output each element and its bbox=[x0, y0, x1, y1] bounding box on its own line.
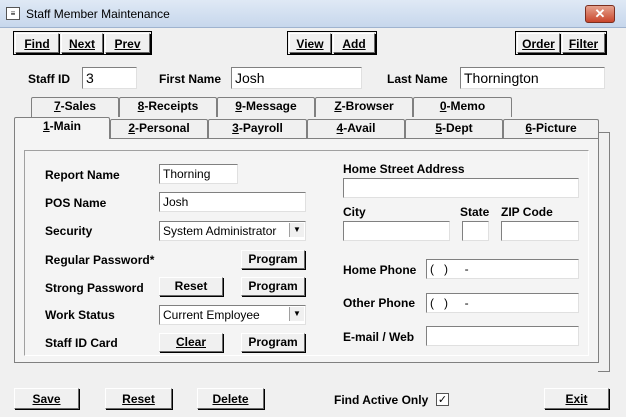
find-active-only-label: Find Active Only bbox=[334, 393, 429, 407]
state-field[interactable] bbox=[462, 221, 489, 241]
other-phone-label: Other Phone bbox=[343, 296, 416, 310]
chevron-down-icon[interactable]: ▼ bbox=[289, 307, 304, 321]
add-button[interactable]: Add bbox=[333, 33, 375, 53]
report-name-label: Report Name bbox=[45, 168, 120, 182]
home-street-field[interactable] bbox=[343, 178, 579, 198]
window-title: Staff Member Maintenance bbox=[26, 7, 170, 21]
back-tab-panel-edge bbox=[598, 132, 610, 372]
reset-button[interactable]: Reset bbox=[105, 388, 172, 409]
home-phone-field[interactable]: ( ) - bbox=[426, 259, 579, 279]
work-status-value: Current Employee bbox=[163, 308, 260, 322]
staff-id-field[interactable]: 3 bbox=[82, 67, 137, 89]
view-button[interactable]: View bbox=[289, 33, 331, 53]
delete-button[interactable]: Delete bbox=[197, 388, 264, 409]
city-label: City bbox=[343, 205, 366, 219]
city-field[interactable] bbox=[343, 221, 450, 241]
tab-dept[interactable]: 5-Dept bbox=[405, 119, 503, 138]
staff-id-label: Staff ID bbox=[28, 72, 70, 86]
next-button[interactable]: Next bbox=[61, 33, 103, 53]
security-select[interactable]: System Administrator ▼ bbox=[159, 221, 306, 241]
report-name-field[interactable]: Thorning bbox=[159, 164, 238, 184]
strong-password-label: Strong Password bbox=[45, 281, 144, 295]
close-button[interactable]: ✕ bbox=[585, 5, 615, 23]
navigation-button-group: Find Next Prev bbox=[13, 31, 152, 55]
zip-field[interactable] bbox=[501, 221, 579, 241]
view-add-button-group: View Add bbox=[287, 31, 377, 55]
tab-receipts[interactable]: 8-Receipts bbox=[119, 97, 217, 117]
last-name-field[interactable]: Thornington bbox=[460, 67, 605, 89]
work-status-label: Work Status bbox=[45, 308, 115, 322]
pos-name-field[interactable]: Josh bbox=[159, 192, 306, 212]
tab-memo[interactable]: 0-Memo bbox=[413, 97, 512, 117]
tab-payroll[interactable]: 3-Payroll bbox=[208, 119, 307, 138]
last-name-label: Last Name bbox=[387, 72, 448, 86]
find-active-only-checkbox[interactable]: ✓ bbox=[436, 393, 449, 406]
order-button[interactable]: Order bbox=[517, 33, 560, 53]
pos-name-label: POS Name bbox=[45, 196, 107, 210]
order-filter-button-group: Order Filter bbox=[515, 31, 607, 55]
email-field[interactable] bbox=[426, 326, 579, 346]
find-button[interactable]: Find bbox=[15, 33, 59, 53]
email-label: E-mail / Web bbox=[343, 330, 415, 344]
tab-avail[interactable]: 4-Avail bbox=[307, 119, 405, 138]
chevron-down-icon[interactable]: ▼ bbox=[289, 223, 304, 237]
home-phone-label: Home Phone bbox=[343, 263, 417, 277]
tab-message[interactable]: 9-Message bbox=[217, 97, 315, 117]
window-icon[interactable]: ≡ bbox=[6, 7, 20, 20]
home-street-label: Home Street Address bbox=[343, 162, 465, 176]
security-value: System Administrator bbox=[163, 224, 277, 238]
staff-id-card-label: Staff ID Card bbox=[45, 336, 118, 350]
staff-id-card-program-button[interactable]: Program bbox=[241, 333, 305, 352]
staff-id-card-clear-button[interactable]: Clear bbox=[159, 333, 223, 352]
state-label: State bbox=[460, 205, 490, 219]
security-label: Security bbox=[45, 224, 93, 238]
filter-button[interactable]: Filter bbox=[562, 33, 605, 53]
zip-label: ZIP Code bbox=[501, 205, 553, 219]
first-name-field[interactable]: Josh bbox=[231, 67, 362, 89]
first-name-label: First Name bbox=[159, 72, 222, 86]
exit-button[interactable]: Exit bbox=[544, 388, 609, 409]
work-status-select[interactable]: Current Employee ▼ bbox=[159, 305, 306, 325]
regular-password-program-button[interactable]: Program bbox=[241, 250, 305, 269]
regular-password-label: Regular Password* bbox=[45, 253, 155, 267]
checkmark-icon: ✓ bbox=[437, 394, 448, 406]
save-button[interactable]: Save bbox=[14, 388, 79, 409]
tab-browser[interactable]: Z-Browser bbox=[315, 97, 413, 117]
tab-sales[interactable]: 7-Sales bbox=[31, 97, 119, 117]
tab-picture[interactable]: 6-Picture bbox=[503, 119, 599, 138]
tab-main[interactable]: 1-Main bbox=[14, 117, 110, 139]
other-phone-field[interactable]: ( ) - bbox=[426, 293, 579, 313]
strong-password-program-button[interactable]: Program bbox=[241, 277, 305, 296]
main-tab-panel: Report Name Thorning POS Name Josh Secur… bbox=[14, 138, 599, 363]
prev-button[interactable]: Prev bbox=[105, 33, 150, 53]
title-bar: ≡ Staff Member Maintenance ✕ bbox=[0, 0, 626, 28]
strong-password-reset-button[interactable]: Reset bbox=[159, 277, 223, 296]
tab-personal[interactable]: 2-Personal bbox=[110, 119, 208, 138]
